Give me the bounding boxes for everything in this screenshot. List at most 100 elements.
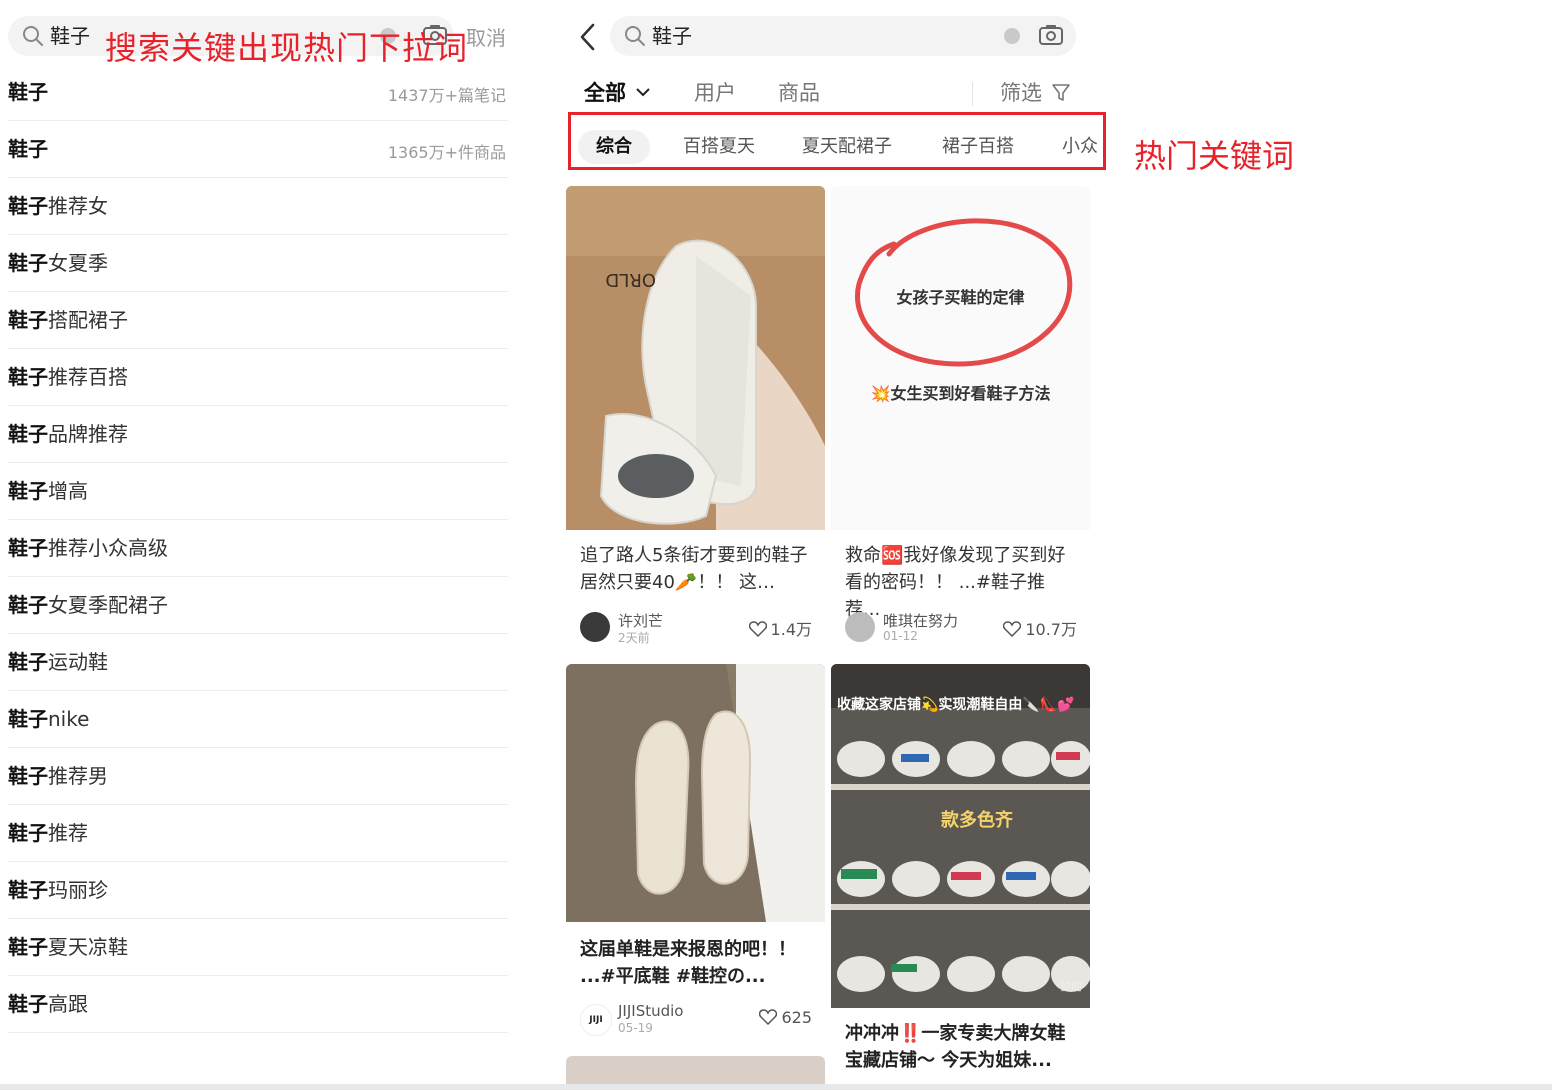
search-bar[interactable]: 鞋子: [610, 16, 1076, 56]
suggestion-rest: 推荐百搭: [48, 365, 128, 389]
author-name[interactable]: JIJIStudio: [618, 1002, 683, 1020]
suggestion-prefix: 鞋子: [8, 878, 48, 902]
avatar[interactable]: [580, 612, 610, 642]
tab-all[interactable]: 全部: [584, 78, 651, 108]
search-input[interactable]: 鞋子: [652, 22, 692, 50]
note-card[interactable]: ORLD 追了路人5条街才要到的鞋子居然只要40🥕！！ 这… 许刘芒 2天前 1…: [566, 186, 825, 656]
suggestion-rest: 女夏季: [48, 251, 108, 275]
suggestion-text: 鞋子推荐女: [8, 193, 108, 219]
suggestion-prefix: 鞋子: [8, 308, 48, 332]
suggestion-rest: 高跟: [48, 992, 88, 1016]
clear-icon[interactable]: [1004, 28, 1020, 44]
tab-users[interactable]: 用户: [694, 78, 736, 108]
category-tabs: 全部 用户 商品 筛选: [584, 78, 1084, 110]
keyword-chip[interactable]: 综合: [578, 130, 650, 164]
suggestion-item[interactable]: 鞋子推荐: [8, 805, 508, 862]
suggestion-rest: 玛丽珍: [48, 878, 108, 902]
suggestion-prefix: 鞋子: [8, 80, 48, 104]
note-card[interactable]: 这届单鞋是来报恩的吧！！ ...#平底鞋 #鞋控の... JIJI JIJISt…: [566, 664, 825, 1048]
keyword-chip[interactable]: 百搭夏天: [683, 130, 755, 164]
avatar[interactable]: [845, 612, 875, 642]
like-count[interactable]: 1.4万: [748, 616, 812, 640]
tab-products[interactable]: 商品: [778, 78, 820, 108]
suggestion-text: 鞋子搭配裙子: [8, 307, 128, 333]
suggestion-item[interactable]: 鞋子 1365万+件商品: [8, 121, 508, 178]
author-name[interactable]: 唯琪在努力: [883, 610, 958, 631]
suggestion-text: 鞋子推荐小众高级: [8, 535, 168, 561]
cover-headline: 女孩子买鞋的定律: [896, 288, 1025, 307]
suggestion-prefix: 鞋子: [8, 251, 48, 275]
suggestion-prefix: 鞋子: [8, 707, 48, 731]
search-icon: [625, 26, 645, 46]
suggestion-prefix: 鞋子: [8, 593, 48, 617]
suggestion-item[interactable]: 鞋子搭配裙子: [8, 292, 508, 349]
note-card[interactable]: 女孩子买鞋的定律 💥女生买到好看鞋子方法 救命🆘我好像发现了买到好看的密码！！ …: [831, 186, 1090, 656]
suggestion-prefix: 鞋子: [8, 992, 48, 1016]
camera-icon[interactable]: [1038, 23, 1064, 47]
card-meta: JIJI JIJIStudio 05-19 625: [580, 1002, 812, 1038]
like-count[interactable]: 625: [759, 1008, 812, 1027]
filter-button[interactable]: 筛选: [1000, 78, 1071, 108]
suggestion-item[interactable]: 鞋子推荐小众高级: [8, 520, 508, 577]
suggestion-item[interactable]: 鞋子nike: [8, 691, 508, 748]
search-results-page: 鞋子 全部 用户 商品 筛选 综合 百搭夏天 夏天配裙子 裙子百搭 小众 ORL…: [560, 0, 1106, 1090]
suggestion-prefix: 鞋子: [8, 935, 48, 959]
suggestion-item[interactable]: 鞋子 1437万+篇笔记: [8, 64, 508, 121]
suggestion-item[interactable]: 鞋子增高: [8, 463, 508, 520]
bottom-scrollbar: [0, 1084, 1552, 1090]
card-title: 冲冲冲‼️一家专卖大牌女鞋宝藏店铺～ 今天为姐妹...: [845, 1023, 1066, 1071]
hot-keyword-row: 综合 百搭夏天 夏天配裙子 裙子百搭 小众: [578, 130, 1098, 166]
suggestion-text: 鞋子女夏季配裙子: [8, 592, 168, 618]
suggestion-prefix: 鞋子: [8, 764, 48, 788]
search-input[interactable]: 鞋子: [50, 22, 90, 50]
suggestion-item[interactable]: 鞋子推荐女: [8, 178, 508, 235]
like-count[interactable]: 10.7万: [1003, 616, 1077, 640]
sponsor-badge: 赞助: [1060, 980, 1082, 993]
keyword-chip[interactable]: 夏天配裙子: [802, 130, 892, 164]
suggestion-item[interactable]: 鞋子玛丽珍: [8, 862, 508, 919]
suggestion-text: 鞋子女夏季: [8, 250, 108, 276]
flat-shoe-photo: [566, 664, 825, 922]
keyword-chip[interactable]: 裙子百搭: [942, 130, 1014, 164]
suggestion-prefix: 鞋子: [8, 821, 48, 845]
suggestion-rest: 搭配裙子: [48, 308, 128, 332]
suggestion-prefix: 鞋子: [8, 479, 48, 503]
suggestion-rest: 女夏季配裙子: [48, 593, 168, 617]
card-meta: 许刘芒 2天前 1.4万: [580, 610, 812, 646]
suggestion-list: 鞋子 1437万+篇笔记 鞋子 1365万+件商品 鞋子推荐女 鞋子女夏季 鞋子搭配裙子 鞋子…: [8, 64, 508, 1033]
suggestion-item[interactable]: 鞋子推荐百搭: [8, 349, 508, 406]
suggestion-item[interactable]: 鞋子女夏季配裙子: [8, 577, 508, 634]
keyword-chip[interactable]: 小众: [1062, 130, 1098, 164]
filter-icon: [1051, 84, 1070, 101]
suggestion-text: 鞋子玛丽珍: [8, 877, 108, 903]
suggestion-item[interactable]: 鞋子高跟: [8, 976, 508, 1033]
suggestion-item[interactable]: 鞋子女夏季: [8, 235, 508, 292]
suggestion-item[interactable]: 鞋子运动鞋: [8, 634, 508, 691]
suggestion-text: 鞋子: [8, 79, 48, 105]
avatar[interactable]: JIJI: [580, 1004, 612, 1036]
suggestion-text: 鞋子推荐百搭: [8, 364, 128, 390]
suggestion-item[interactable]: 鞋子品牌推荐: [8, 406, 508, 463]
cancel-button[interactable]: 取消: [466, 22, 506, 51]
suggestion-rest: nike: [48, 707, 90, 731]
result-count: 1437万+篇笔记: [387, 86, 506, 105]
cover-subheadline: 💥女生买到好看鞋子方法: [870, 384, 1051, 403]
card-title: 追了路人5条街才要到的鞋子居然只要40🥕！！ 这…: [580, 545, 808, 593]
suggestion-text: 鞋子夏天凉鞋: [8, 934, 128, 960]
suggestion-rest: 增高: [48, 479, 88, 503]
sneaker-store-photo: 收藏这家店铺💫实现潮鞋自由🔪👠💕 款多色齐 赞助: [831, 664, 1090, 1008]
suggestion-text: 鞋子nike: [8, 706, 89, 732]
suggestion-rest: 夏天凉鞋: [48, 935, 128, 959]
suggestion-item[interactable]: 鞋子推荐男: [8, 748, 508, 805]
author-name[interactable]: 许刘芒: [618, 610, 663, 631]
suggestion-text: 鞋子: [8, 136, 48, 162]
shoe-photo: ORLD: [566, 186, 825, 530]
back-arrow-icon[interactable]: [578, 22, 598, 52]
suggestion-item[interactable]: 鞋子夏天凉鞋: [8, 919, 508, 976]
suggestion-rest: 品牌推荐: [48, 422, 128, 446]
suggestion-text: 鞋子品牌推荐: [8, 421, 128, 447]
card-meta: 唯琪在努力 01-12 10.7万: [845, 610, 1077, 646]
note-card[interactable]: 收藏这家店铺💫实现潮鞋自由🔪👠💕 款多色齐 赞助 冲冲冲‼️一家专卖大牌女鞋宝藏…: [831, 664, 1090, 1084]
suggestion-rest: 推荐女: [48, 194, 108, 218]
post-date: 2天前: [618, 631, 650, 645]
